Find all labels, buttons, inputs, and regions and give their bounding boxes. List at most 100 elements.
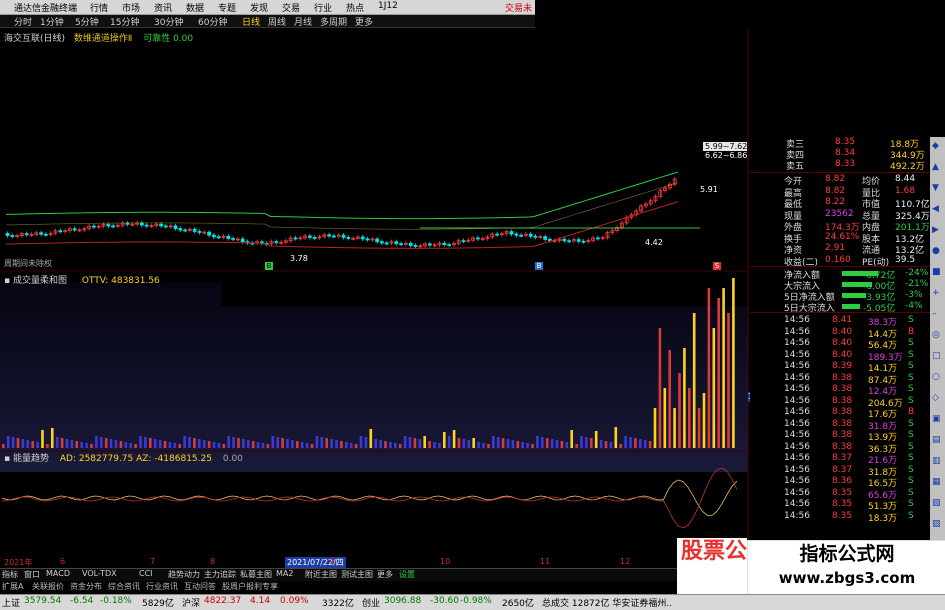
sub-tab-0[interactable]: 扩展A: [2, 581, 23, 592]
buy-marker-2[interactable]: B: [535, 262, 543, 270]
menu-item-3[interactable]: 资讯: [154, 1, 172, 14]
timeframe-tab-0[interactable]: 分时: [14, 15, 32, 28]
timeframe-tab-8[interactable]: 月线: [294, 15, 312, 28]
toolbar-icon-11[interactable]: ○: [932, 372, 940, 382]
sub-tab-1[interactable]: 关联报价: [32, 581, 64, 592]
toolbar-icon-9[interactable]: ◎: [932, 330, 940, 340]
sub-tab-6[interactable]: 股周户报利专享: [222, 581, 278, 592]
indicator-tab-0[interactable]: 指标: [2, 569, 18, 580]
indicator-tab-3[interactable]: VOL-TDX: [82, 569, 117, 578]
toolbar-icon-1[interactable]: ▲: [932, 162, 939, 172]
menu-item-1[interactable]: 行情: [90, 1, 108, 14]
indicator-tab-9[interactable]: 附近主图: [305, 569, 337, 580]
volume-bar: [570, 430, 573, 448]
toolbar-icon-10[interactable]: □: [932, 351, 941, 361]
sub-tab-3[interactable]: 综合资讯: [108, 581, 140, 592]
volume-bar: [697, 408, 701, 448]
timeframe-tab-10[interactable]: 更多: [355, 15, 373, 28]
menu-item-0[interactable]: 通达信金融终端: [14, 1, 77, 14]
trade-time-5: 14:56: [784, 372, 810, 383]
menu-item-4[interactable]: 数据: [186, 1, 204, 14]
sub-tab-4[interactable]: 行业资讯: [146, 581, 178, 592]
indicator-tab-6[interactable]: 主力追踪: [204, 569, 236, 580]
trade-time-0: 14:56: [784, 315, 810, 325]
indicator-tab-2[interactable]: MACD: [46, 569, 70, 578]
trade-time-16: 14:56: [784, 499, 810, 509]
trade-time-12: 14:56: [784, 453, 810, 463]
timeframe-tab-9[interactable]: 多周期: [320, 15, 347, 28]
toolbar-icon-14[interactable]: ▤: [932, 435, 941, 445]
candle-body: [192, 228, 197, 232]
timeframe-bar: 分时 1分钟 5分钟 15分钟 30分钟 60分钟 日线 周线 月线 多周期 更多: [0, 15, 535, 28]
timeframe-tab-2[interactable]: 5分钟: [75, 15, 99, 28]
menu-item-6[interactable]: 发现: [250, 1, 268, 14]
ask-price-2: 8.33: [835, 159, 856, 169]
indicator-tab-5[interactable]: 趋势动力: [168, 569, 200, 580]
candle-body: [375, 238, 380, 243]
toolbar-icon-6[interactable]: ■: [932, 267, 941, 277]
candle-body: [461, 240, 466, 243]
timeframe-tab-7[interactable]: 周线: [268, 15, 286, 28]
menu-item-2[interactable]: 市场: [122, 1, 140, 14]
menu-item-5[interactable]: 专题: [218, 1, 236, 14]
volume-bar: [555, 440, 559, 448]
indicator-tab-1[interactable]: 窗口: [24, 569, 40, 580]
menu-item-10[interactable]: 1J12: [378, 1, 398, 11]
oscillator-line-az: [1, 467, 738, 529]
candle-body: [39, 232, 43, 235]
volume-bar: [594, 431, 598, 448]
volume-bar: [325, 438, 328, 448]
index-name-2[interactable]: 创业: [362, 596, 380, 609]
buy-marker-1[interactable]: B: [265, 262, 273, 270]
indicator-tab-7[interactable]: 私募主图: [240, 569, 272, 580]
timeframe-tab-3[interactable]: 15分钟: [110, 15, 139, 28]
toolbar-icon-12[interactable]: ◇: [932, 393, 939, 403]
toolbar-icon-17[interactable]: ▧: [932, 498, 941, 508]
volume-bar: [6, 436, 10, 448]
volume-bar: [590, 438, 593, 448]
trade-menu-label[interactable]: 交易未: [505, 1, 532, 14]
trade-time-15: 14:56: [784, 487, 810, 498]
candle-body: [562, 238, 567, 242]
timeframe-tab-6[interactable]: 日线: [242, 15, 260, 28]
date-axis: 2021年 2021/07/22/四 6 7 8 9 10 11 12: [0, 557, 748, 568]
indicator-tab-4[interactable]: CCI: [139, 569, 153, 578]
toolbar-icon-2[interactable]: ▼: [932, 183, 939, 193]
volume-panel-title[interactable]: 成交量柔和图: [13, 276, 67, 286]
toolbar-icon-0[interactable]: ◆: [932, 141, 939, 151]
timeframe-tab-5[interactable]: 60分钟: [198, 15, 227, 28]
indicator-tab-11[interactable]: 更多: [377, 569, 393, 580]
toolbar-icon-16[interactable]: ▦: [932, 477, 941, 487]
toolbar-icon-18[interactable]: ▨: [932, 519, 941, 529]
index-name-1[interactable]: 沪深: [182, 596, 200, 609]
date-label-1: 7: [150, 557, 156, 566]
toolbar-icon-3[interactable]: ◀: [932, 204, 939, 214]
volume-bar: [624, 436, 627, 448]
index-name-0[interactable]: 上证: [2, 596, 20, 609]
sell-marker[interactable]: S: [713, 262, 721, 270]
trade-side-0: S: [908, 315, 914, 325]
toolbar-icon-5[interactable]: ●: [932, 246, 940, 256]
toolbar-icon-4[interactable]: ▶: [932, 225, 939, 235]
toolbar-icon-8[interactable]: –: [932, 309, 937, 319]
ask-price-0: 8.35: [835, 137, 856, 147]
volume-bar: [560, 441, 564, 448]
oscillator-title[interactable]: 能量趋势: [13, 454, 49, 464]
kline-chart[interactable]: [0, 28, 750, 568]
menu-item-7[interactable]: 交易: [282, 1, 300, 14]
indicator-tab-10[interactable]: 测试主图: [341, 569, 373, 580]
trade-side-6: S: [908, 384, 914, 394]
menu-item-8[interactable]: 行业: [314, 1, 332, 14]
menu-item-9[interactable]: 热点: [346, 1, 364, 14]
timeframe-tab-1[interactable]: 1分钟: [40, 15, 64, 28]
toolbar-icon-7[interactable]: +: [932, 288, 940, 298]
indicator-tab-8[interactable]: MA2: [276, 569, 293, 578]
indicator-tab-12[interactable]: 设置: [399, 569, 415, 580]
sub-tab-5[interactable]: 互动问答: [184, 581, 216, 592]
sub-tab-2[interactable]: 资金分布: [70, 581, 102, 592]
toolbar-icon-13[interactable]: ▣: [932, 414, 941, 424]
volume-bar: [242, 439, 245, 448]
timeframe-tab-4[interactable]: 30分钟: [154, 15, 183, 28]
toolbar-icon-15[interactable]: ▥: [932, 456, 941, 466]
volume-bar: [634, 438, 637, 448]
